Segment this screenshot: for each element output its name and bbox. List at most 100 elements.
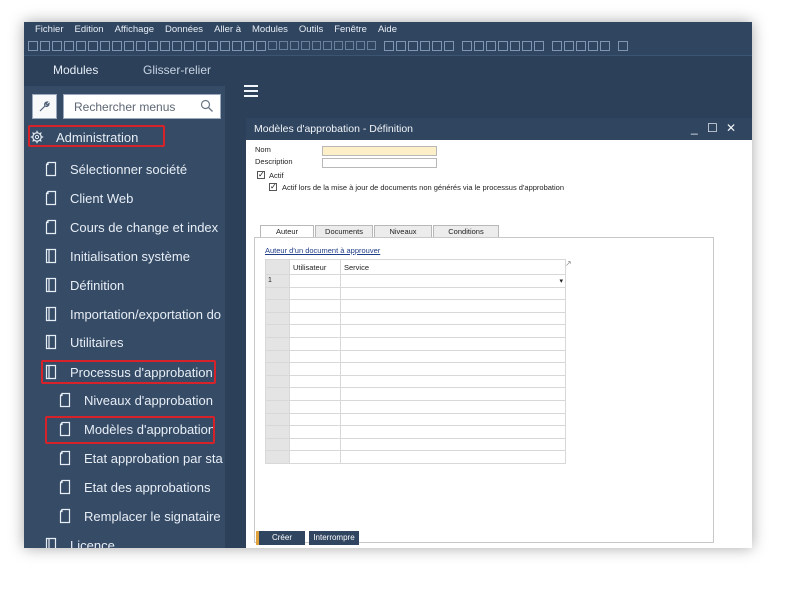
wrench-icon[interactable] [32, 94, 57, 119]
toolbar-button[interactable] [396, 40, 406, 51]
toolbar-button[interactable] [148, 40, 158, 51]
toolbar-button[interactable] [600, 40, 610, 51]
toolbar-button[interactable] [244, 40, 254, 51]
sidebar-item-importation-exportation[interactable]: Importation/exportation do [44, 301, 221, 327]
toolbar-button[interactable] [112, 40, 122, 51]
table-cell-service[interactable] [340, 399, 566, 414]
table-cell-service[interactable] [340, 336, 566, 351]
table-cell-service[interactable] [340, 437, 566, 452]
search-icon[interactable] [200, 99, 214, 113]
toolbar-button[interactable] [136, 40, 146, 51]
toolbar-button[interactable] [196, 40, 206, 51]
table-cell-service[interactable] [340, 362, 566, 376]
toolbar-button[interactable] [486, 40, 496, 51]
table-cell-service[interactable] [340, 311, 566, 326]
toolbar-button[interactable] [100, 40, 110, 51]
menu-outils[interactable]: Outils [299, 24, 323, 35]
toolbar-button[interactable] [462, 40, 472, 51]
tab-conditions[interactable]: Conditions [433, 225, 499, 237]
table-cell-utilisateur[interactable] [289, 286, 341, 301]
sidebar-item-niveaux-approbation[interactable]: Niveaux d'approbation [58, 387, 213, 413]
toolbar-button[interactable] [618, 40, 628, 51]
menu-edition[interactable]: Edition [75, 24, 104, 35]
table-cell-utilisateur[interactable] [289, 374, 341, 389]
menu-affichage[interactable]: Affichage [115, 24, 154, 35]
table-cell-service[interactable]: ▾ [340, 274, 566, 288]
toolbar-button[interactable] [588, 40, 598, 51]
search-box[interactable] [63, 94, 221, 119]
toolbar-button[interactable] [408, 40, 418, 51]
minimize-icon[interactable]: _ [691, 121, 698, 135]
tab-documents[interactable]: Documents [315, 225, 373, 237]
toolbar-button[interactable] [172, 40, 182, 51]
table-cell-utilisateur[interactable] [289, 387, 341, 401]
interrupt-button[interactable]: Interrompre [309, 531, 359, 545]
toolbar-button[interactable] [220, 40, 230, 51]
table-row[interactable] [265, 299, 566, 313]
sidebar-item-etat-approbation-par-stade[interactable]: Etat approbation par sta [58, 445, 223, 471]
toolbar-button[interactable] [552, 40, 562, 51]
toolbar-button[interactable] [28, 40, 38, 51]
sidebar-item-cours-de-change[interactable]: Cours de change et index [44, 214, 218, 240]
toolbar-button[interactable] [432, 40, 442, 51]
sidebar-item-client-web[interactable]: Client Web [44, 185, 133, 211]
table-row[interactable]: 1 ▾ [265, 274, 566, 288]
table-cell-utilisateur[interactable] [289, 274, 341, 288]
table-row[interactable] [265, 374, 566, 389]
menu-modules[interactable]: Modules [252, 24, 288, 35]
tab-glisser-relier[interactable]: Glisser-relier [143, 63, 211, 77]
sidebar-item-remplacer-signataire[interactable]: Remplacer le signataire [58, 503, 221, 529]
table-row[interactable] [265, 412, 566, 427]
toolbar-button[interactable] [323, 41, 332, 50]
table-cell-utilisateur[interactable] [289, 437, 341, 452]
close-icon[interactable]: ✕ [726, 121, 736, 135]
table-row[interactable] [265, 437, 566, 452]
table-cell-service[interactable] [340, 349, 566, 364]
table-row[interactable] [265, 399, 566, 414]
create-button[interactable]: Créer [256, 531, 305, 545]
toolbar-button[interactable] [208, 40, 218, 51]
menu-donnees[interactable]: Données [165, 24, 203, 35]
table-cell-utilisateur[interactable] [289, 299, 341, 313]
actif-checkbox[interactable]: ✓ [257, 171, 265, 179]
toolbar-button[interactable] [64, 40, 74, 51]
sidebar-item-utilitaires[interactable]: Utilitaires [44, 329, 123, 355]
table-cell-utilisateur[interactable] [289, 425, 341, 439]
table-row[interactable] [265, 286, 566, 301]
table-cell-service[interactable] [340, 324, 566, 338]
toolbar-button[interactable] [279, 41, 288, 50]
table-cell-service[interactable] [340, 286, 566, 301]
maximize-icon[interactable]: ☐ [707, 121, 718, 135]
table-cell-utilisateur[interactable] [289, 336, 341, 351]
sidebar-item-initialisation-systeme[interactable]: Initialisation système [44, 243, 190, 269]
toolbar-button[interactable] [40, 40, 50, 51]
table-row[interactable] [265, 362, 566, 376]
table-cell-utilisateur[interactable] [289, 311, 341, 326]
toolbar-button[interactable] [232, 40, 242, 51]
table-cell-service[interactable] [340, 450, 566, 464]
table-row[interactable] [265, 450, 566, 464]
mise-a-jour-checkbox[interactable]: ✓ [269, 183, 277, 191]
toolbar-button[interactable] [444, 40, 454, 51]
toolbar-button[interactable] [52, 40, 62, 51]
toolbar-button[interactable] [312, 41, 321, 50]
sidebar-item-selectionner-societe[interactable]: Sélectionner société [44, 156, 187, 182]
table-header-utilisateur[interactable]: Utilisateur [289, 259, 341, 275]
toolbar-button[interactable] [356, 41, 365, 50]
toolbar-button[interactable] [76, 40, 86, 51]
nom-field[interactable] [322, 146, 437, 156]
table-cell-service[interactable] [340, 387, 566, 401]
toolbar-button[interactable] [576, 40, 586, 51]
table-cell-service[interactable] [340, 425, 566, 439]
table-row[interactable] [265, 349, 566, 364]
hamburger-menu-icon[interactable] [244, 85, 258, 97]
table-cell-utilisateur[interactable] [289, 349, 341, 364]
toolbar-button[interactable] [88, 40, 98, 51]
section-link[interactable]: Auteur d'un document à approuver [265, 246, 380, 255]
table-cell-utilisateur[interactable] [289, 362, 341, 376]
menu-aller-a[interactable]: Aller à [214, 24, 241, 35]
description-field[interactable] [322, 158, 437, 168]
toolbar-button[interactable] [474, 40, 484, 51]
menu-aide[interactable]: Aide [378, 24, 397, 35]
table-cell-service[interactable] [340, 299, 566, 313]
